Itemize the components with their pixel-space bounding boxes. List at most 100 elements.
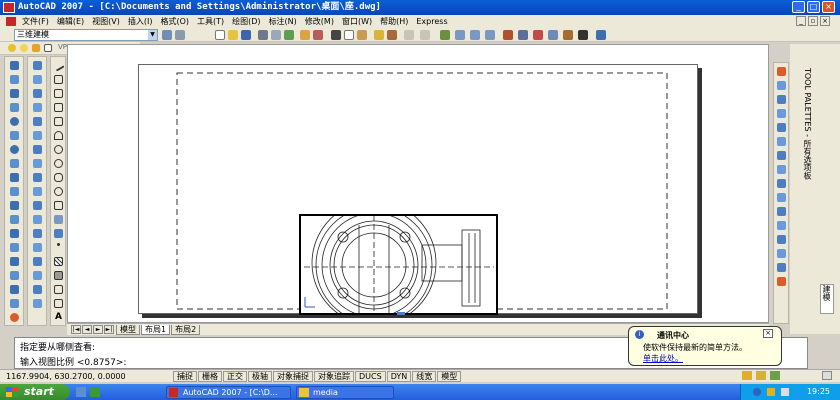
tray-clock[interactable]: 19:25	[807, 387, 830, 396]
doc-minimize-button[interactable]: _	[796, 16, 806, 26]
intersect-icon[interactable]	[10, 299, 19, 308]
help-icon[interactable]	[596, 30, 606, 40]
polar-toggle[interactable]: 极轴	[248, 370, 272, 382]
3d-rotate-icon[interactable]	[33, 75, 42, 84]
union-icon[interactable]	[10, 271, 19, 280]
polygon-icon[interactable]	[54, 103, 63, 112]
lock-icon[interactable]	[32, 44, 40, 52]
rotate-icon[interactable]	[777, 151, 786, 160]
gradient-icon[interactable]	[54, 271, 63, 280]
prev-tab-button[interactable]: ◄	[82, 325, 92, 334]
tray-network-icon[interactable]	[753, 388, 761, 396]
circle-icon[interactable]	[54, 145, 63, 154]
imprint-icon[interactable]	[33, 173, 42, 182]
menu-item-edit[interactable]: 编辑(E)	[53, 16, 88, 27]
loft-icon[interactable]	[10, 257, 19, 266]
delete-faces-icon[interactable]	[33, 243, 42, 252]
lock-tray-icon[interactable]	[742, 371, 752, 380]
copy-faces-icon[interactable]	[33, 285, 42, 294]
extrude-icon[interactable]	[10, 201, 19, 210]
trusted-icon[interactable]	[770, 371, 780, 380]
tool-palettes-icon[interactable]	[533, 30, 543, 40]
shell-icon[interactable]	[33, 299, 42, 308]
array-icon[interactable]	[777, 123, 786, 132]
publish-icon[interactable]	[284, 30, 294, 40]
snap-toggle[interactable]: 捕捉	[173, 370, 197, 382]
box-icon[interactable]	[10, 75, 19, 84]
polyline-icon[interactable]	[54, 89, 63, 98]
extrude-faces-icon[interactable]	[33, 201, 42, 210]
erase-icon[interactable]	[777, 67, 786, 76]
cut-icon[interactable]	[331, 30, 341, 40]
ortho-toggle[interactable]: 正交	[223, 370, 247, 382]
move-icon[interactable]	[777, 137, 786, 146]
tray-volume-icon[interactable]	[781, 388, 789, 396]
balloon-link[interactable]: 单击此处。	[643, 353, 683, 364]
doc-close-button[interactable]: ×	[820, 16, 830, 26]
tab-layout1[interactable]: 布局1	[141, 324, 171, 335]
menu-item-window[interactable]: 窗口(W)	[338, 16, 376, 27]
zoom-previous-icon[interactable]	[485, 30, 495, 40]
next-tab-button[interactable]: ►	[93, 325, 103, 334]
model-toggle[interactable]: 模型	[437, 370, 462, 382]
3d-array-icon[interactable]	[33, 103, 42, 112]
properties-icon[interactable]	[503, 30, 513, 40]
extend-icon[interactable]	[777, 207, 786, 216]
doc-restore-button[interactable]: ▫	[808, 16, 818, 26]
menu-item-tools[interactable]: 工具(T)	[193, 16, 228, 27]
clean-screen-icon[interactable]	[822, 371, 832, 380]
lineweight-toggle[interactable]: 线宽	[412, 370, 437, 382]
open-folder-icon[interactable]	[228, 30, 238, 40]
dyn-toggle[interactable]: DYN	[386, 370, 412, 382]
menu-item-help[interactable]: 帮助(H)	[376, 16, 412, 27]
tab-layout2[interactable]: 布局2	[171, 324, 201, 335]
copy-icon[interactable]	[344, 30, 354, 40]
first-tab-button[interactable]: |◄	[71, 325, 81, 334]
last-tab-button[interactable]: ►|	[104, 325, 114, 334]
revolve-icon[interactable]	[10, 243, 19, 252]
grid-toggle[interactable]: 栅格	[198, 370, 222, 382]
pan-icon[interactable]	[440, 30, 450, 40]
plot-preview-icon[interactable]	[271, 30, 281, 40]
taskbar-item-media[interactable]: media	[296, 386, 394, 399]
3d-dwf-icon[interactable]	[300, 30, 310, 40]
section-plane-icon[interactable]	[33, 131, 42, 140]
sphere-icon[interactable]	[10, 117, 19, 126]
match-properties-icon[interactable]	[374, 30, 384, 40]
multiline-text-icon[interactable]: A	[54, 313, 63, 322]
interfere-icon[interactable]	[33, 145, 42, 154]
rectangle-icon[interactable]	[54, 117, 63, 126]
color-faces-icon[interactable]	[33, 187, 42, 196]
command-prompt-line[interactable]: 输入视图比例 <0.8757>:	[20, 355, 126, 368]
maximize-button[interactable]: □	[807, 1, 820, 13]
spline-icon[interactable]	[54, 173, 63, 182]
wedge-icon[interactable]	[10, 89, 19, 98]
undo-icon[interactable]	[404, 30, 414, 40]
taper-faces-icon[interactable]	[33, 271, 42, 280]
close-button[interactable]: ×	[822, 1, 835, 13]
extract-edges-icon[interactable]	[33, 159, 42, 168]
mirror-icon[interactable]	[777, 95, 786, 104]
zoom-window-icon[interactable]	[470, 30, 480, 40]
insert-block-icon[interactable]	[54, 215, 63, 224]
block-editor-icon[interactable]	[387, 30, 397, 40]
point-icon[interactable]	[57, 243, 60, 246]
design-center-icon[interactable]	[518, 30, 528, 40]
redo-icon[interactable]	[420, 30, 430, 40]
osnap-toggle[interactable]: 对象捕捉	[273, 370, 313, 382]
render-icon[interactable]	[10, 313, 19, 322]
markup-icon[interactable]	[563, 30, 573, 40]
menu-item-format[interactable]: 格式(O)	[156, 16, 193, 27]
planar-surface-icon[interactable]	[10, 187, 19, 196]
fillet-icon[interactable]	[777, 263, 786, 272]
start-button[interactable]: start	[0, 384, 70, 400]
construction-line-icon[interactable]	[54, 75, 63, 84]
torus-icon[interactable]	[10, 145, 19, 154]
menu-item-insert[interactable]: 插入(I)	[124, 16, 157, 27]
copy-object-icon[interactable]	[777, 81, 786, 90]
region-icon[interactable]	[54, 285, 63, 294]
trim-icon[interactable]	[777, 193, 786, 202]
balloon-close-button[interactable]: ×	[763, 329, 773, 338]
workspace-dropdown[interactable]: 三维建模 ▼	[14, 29, 158, 41]
save-icon[interactable]	[241, 30, 251, 40]
